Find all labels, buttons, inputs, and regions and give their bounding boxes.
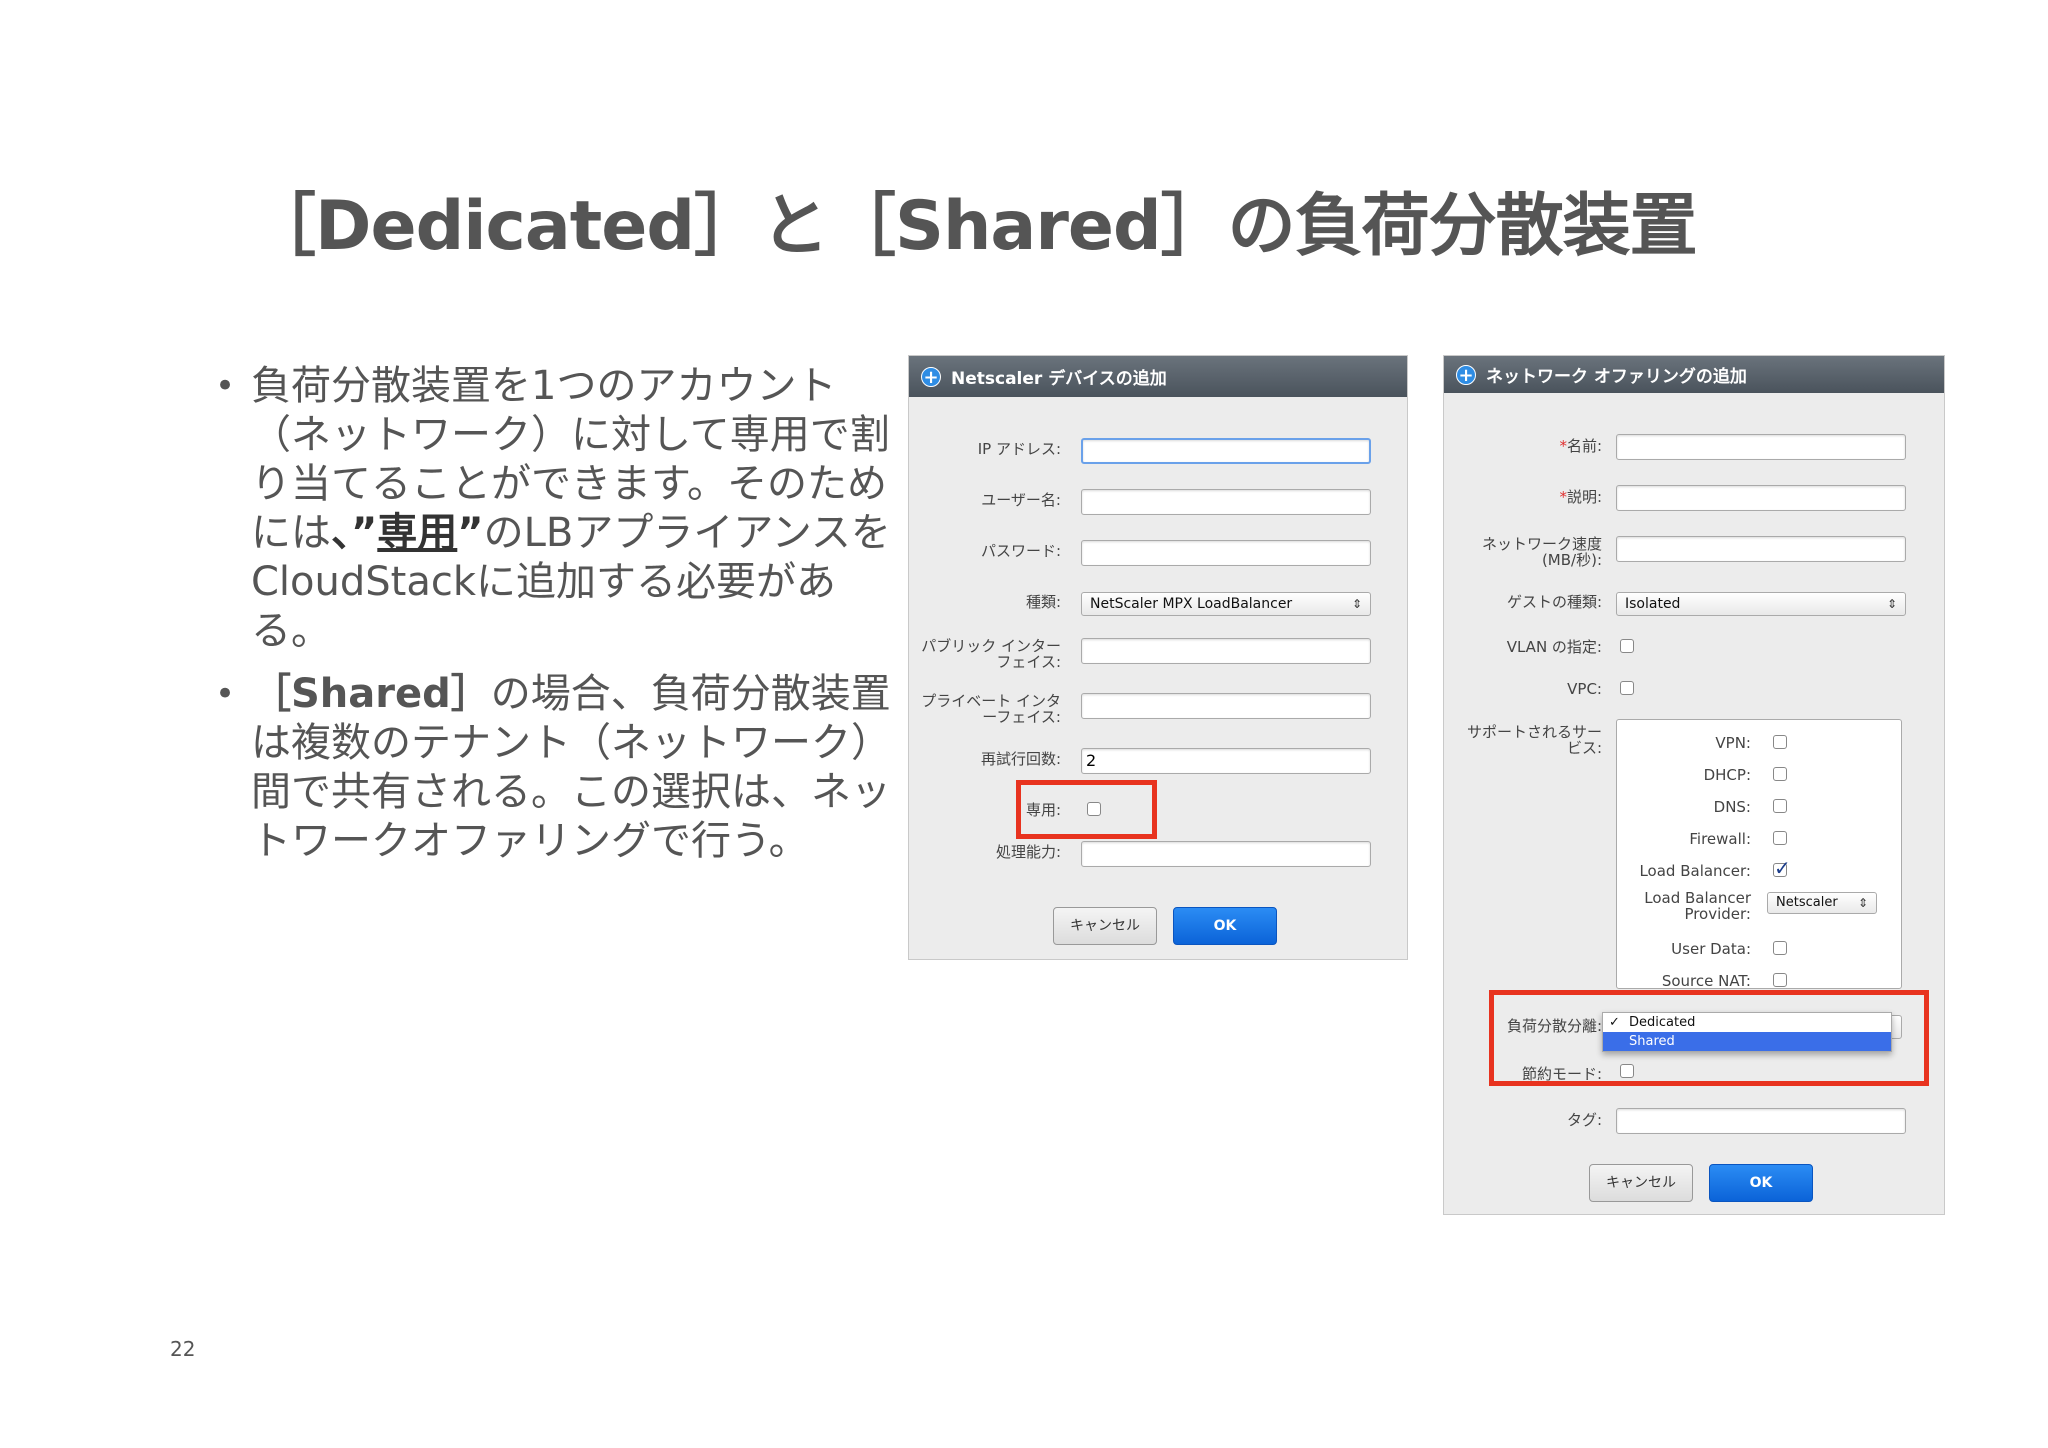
bullet-text-strong: 、” xyxy=(331,510,378,556)
public-interface-label: パブリック インター フェイス: xyxy=(891,638,1061,670)
bullet-dot: • xyxy=(215,366,236,406)
netscaler-dialog: + Netscaler デバイスの追加 IP アドレス: ユーザー名: パスワー… xyxy=(908,355,1408,960)
bullet-list: • 負荷分散装置を1つのアカウント（ネットワーク）に対して専用で割り当てることが… xyxy=(215,362,895,880)
updown-icon: ⇕ xyxy=(1351,597,1362,611)
vlan-checkbox[interactable] xyxy=(1620,639,1634,653)
tags-label: タグ: xyxy=(1566,1111,1602,1129)
service-dhcp-label: DHCP: xyxy=(1703,766,1751,784)
service-lb-checkbox[interactable]: ✓ xyxy=(1773,858,1791,878)
service-vpn-checkbox[interactable] xyxy=(1773,735,1787,749)
description-label: *説明: xyxy=(1452,489,1602,505)
label-line: ネットワーク速度 xyxy=(1481,535,1602,553)
description-input[interactable] xyxy=(1616,485,1906,511)
required-mark: * xyxy=(1559,488,1567,506)
username-input[interactable] xyxy=(1081,489,1371,515)
dialog-header: + Netscaler デバイスの追加 xyxy=(909,356,1407,397)
retry-input[interactable]: 2 xyxy=(1081,748,1371,774)
updown-icon: ⇕ xyxy=(1857,896,1868,910)
vlan-label: VLAN の指定: xyxy=(1506,638,1602,656)
services-list: VPN: DHCP: DNS: Firewall: Load Balancer:… xyxy=(1616,719,1902,989)
plus-icon: + xyxy=(1456,364,1476,385)
page-number: 22 xyxy=(170,1337,196,1361)
service-vpn-label: VPN: xyxy=(1715,734,1751,752)
private-interface-label: プライベート インタ ーフェイス: xyxy=(891,693,1061,725)
plus-icon: + xyxy=(921,366,941,387)
vpc-label: VPC: xyxy=(1567,680,1602,698)
cancel-button[interactable]: キャンセル xyxy=(1589,1164,1693,1202)
checkmark-icon: ✓ xyxy=(1774,856,1791,880)
username-label: ユーザー名: xyxy=(981,491,1061,509)
lb-provider-label: Load Balancer Provider: xyxy=(1621,890,1751,922)
bullet-dot: • xyxy=(215,674,236,714)
dialog-title: Netscaler デバイスの追加 xyxy=(951,369,1167,389)
slide-title: ［Dedicated］と［Shared］の負荷分散装置 xyxy=(248,187,1698,266)
tags-input[interactable] xyxy=(1616,1108,1906,1134)
bullet-text-underlined: 専用 xyxy=(377,510,458,556)
lb-provider-select[interactable]: Netscaler ⇕ xyxy=(1767,892,1877,914)
lb-isolation-highlight xyxy=(1489,990,1929,1086)
label-line: フェイス: xyxy=(996,653,1061,671)
guest-type-label: ゲストの種類: xyxy=(1506,593,1602,611)
supported-services-label: サポートされるサー ビス: xyxy=(1452,724,1602,756)
password-input[interactable] xyxy=(1081,540,1371,566)
cancel-button[interactable]: キャンセル xyxy=(1053,907,1157,945)
private-interface-input[interactable] xyxy=(1081,693,1371,719)
dedicated-highlight xyxy=(1016,780,1157,839)
service-snat-checkbox[interactable] xyxy=(1773,973,1787,987)
bullet-item: • 負荷分散装置を1つのアカウント（ネットワーク）に対して専用で割り当てることが… xyxy=(215,362,895,656)
service-dns-checkbox[interactable] xyxy=(1773,799,1787,813)
bullet-item: • ［Shared］の場合、負荷分散装置は複数のテナント（ネットワーク）間で共有… xyxy=(215,670,895,866)
capacity-label: 処理能力: xyxy=(995,843,1061,861)
dialog-header: + ネットワーク オファリングの追加 xyxy=(1444,356,1944,393)
public-interface-input[interactable] xyxy=(1081,638,1371,664)
bullet-text-strong: ［Shared］ xyxy=(251,671,491,717)
service-snat-label: Source NAT: xyxy=(1661,972,1751,990)
service-userdata-checkbox[interactable] xyxy=(1773,941,1787,955)
label-line: パブリック インター xyxy=(921,637,1061,655)
service-firewall-label: Firewall: xyxy=(1689,830,1751,848)
name-label: *名前: xyxy=(1452,438,1602,454)
label-line: Provider: xyxy=(1684,905,1751,923)
type-select[interactable]: NetScaler MPX LoadBalancer ⇕ xyxy=(1081,592,1371,616)
guest-type-value: Isolated xyxy=(1625,596,1681,612)
label-text: 名前: xyxy=(1566,437,1602,455)
label-line: サポートされるサー xyxy=(1466,723,1602,741)
service-firewall-checkbox[interactable] xyxy=(1773,831,1787,845)
label-text: 説明: xyxy=(1566,488,1602,506)
lb-provider-value: Netscaler xyxy=(1776,895,1838,910)
updown-icon: ⇕ xyxy=(1886,597,1897,611)
ip-label: IP アドレス: xyxy=(977,440,1061,458)
service-userdata-label: User Data: xyxy=(1671,940,1751,958)
ok-button[interactable]: OK xyxy=(1173,907,1277,945)
network-speed-label: ネットワーク速度 (MB/秒): xyxy=(1452,536,1602,568)
capacity-input[interactable] xyxy=(1081,841,1371,867)
name-input[interactable] xyxy=(1616,434,1906,460)
label-line: Load Balancer xyxy=(1644,889,1751,907)
guest-type-select[interactable]: Isolated ⇕ xyxy=(1616,592,1906,616)
service-dns-label: DNS: xyxy=(1713,798,1751,816)
service-dhcp-checkbox[interactable] xyxy=(1773,767,1787,781)
vpc-checkbox[interactable] xyxy=(1620,681,1634,695)
ok-button[interactable]: OK xyxy=(1709,1164,1813,1202)
label-line: プライベート インタ xyxy=(921,692,1061,710)
password-label: パスワード: xyxy=(980,542,1061,560)
network-speed-input[interactable] xyxy=(1616,536,1906,562)
label-line: ーフェイス: xyxy=(982,708,1061,726)
type-label: 種類: xyxy=(1025,593,1061,611)
service-lb-label: Load Balancer: xyxy=(1639,862,1751,880)
type-select-value: NetScaler MPX LoadBalancer xyxy=(1090,596,1293,612)
dialog-title: ネットワーク オファリングの追加 xyxy=(1486,367,1747,387)
network-offering-dialog: + ネットワーク オファリングの追加 *名前: *説明: ネットワーク速度 (M… xyxy=(1443,355,1945,1215)
label-line: (MB/秒): xyxy=(1541,551,1602,569)
label-line: ビス: xyxy=(1566,739,1602,757)
ip-input[interactable] xyxy=(1081,438,1371,464)
retry-label: 再試行回数: xyxy=(980,750,1061,768)
required-mark: * xyxy=(1559,437,1567,455)
bullet-text-strong: ” xyxy=(457,510,484,556)
